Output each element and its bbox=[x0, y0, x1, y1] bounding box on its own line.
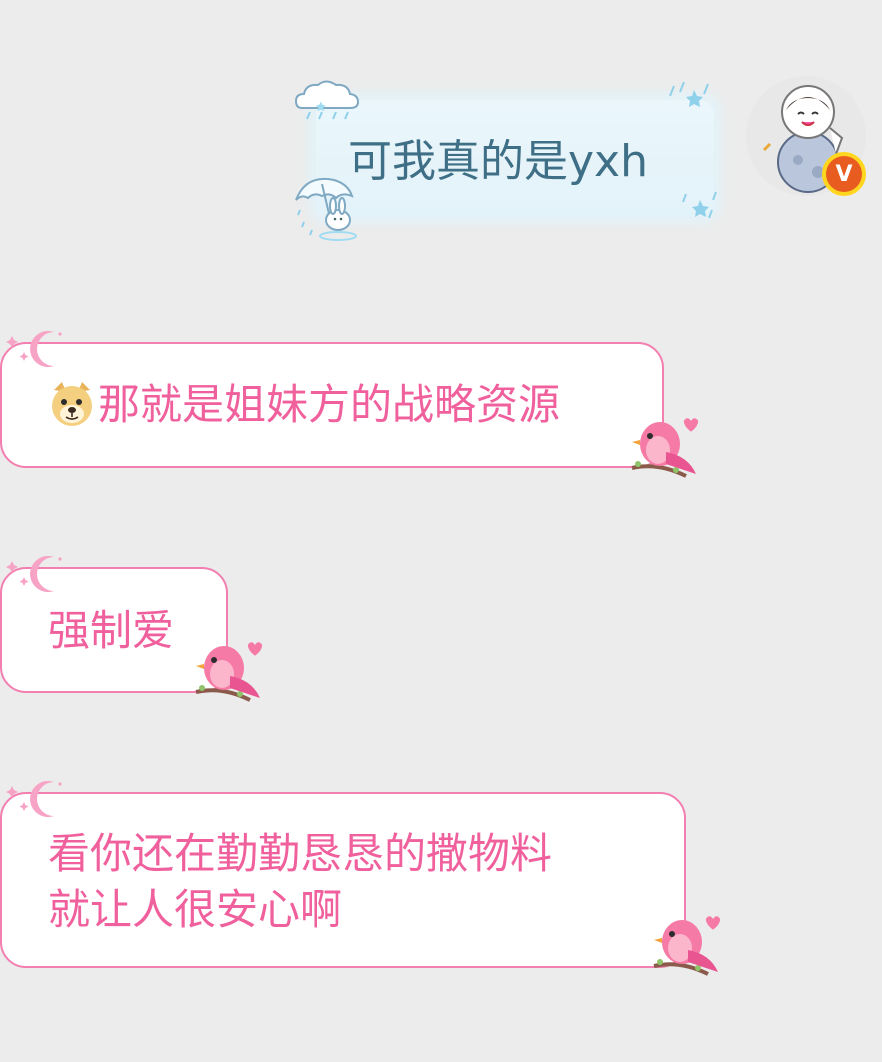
cloud-icon bbox=[294, 80, 360, 120]
verified-badge: V bbox=[822, 152, 866, 196]
incoming-message-line: 看你还在勤勤恳恳的撒物料 bbox=[48, 829, 553, 878]
pink-bird-icon bbox=[653, 916, 721, 976]
incoming-message-text: 强制爱 bbox=[48, 606, 175, 655]
incoming-message-line: 就让人很安心啊 bbox=[48, 885, 343, 934]
pink-bird-icon bbox=[631, 418, 699, 478]
moon-sparkle-icon bbox=[6, 556, 62, 592]
incoming-message-text: 那就是姐妹方的战略资源 bbox=[98, 380, 561, 429]
outgoing-message-text: 可我真的是yxh bbox=[348, 136, 648, 187]
doge-emoji bbox=[52, 382, 92, 426]
rain-sparkle-icon bbox=[669, 81, 709, 107]
verified-badge-label: V bbox=[826, 156, 862, 192]
rain-sparkle-icon bbox=[682, 191, 717, 219]
pink-bird-icon bbox=[195, 642, 263, 702]
moon-sparkle-icon bbox=[6, 331, 62, 367]
moon-sparkle-icon bbox=[6, 781, 62, 817]
